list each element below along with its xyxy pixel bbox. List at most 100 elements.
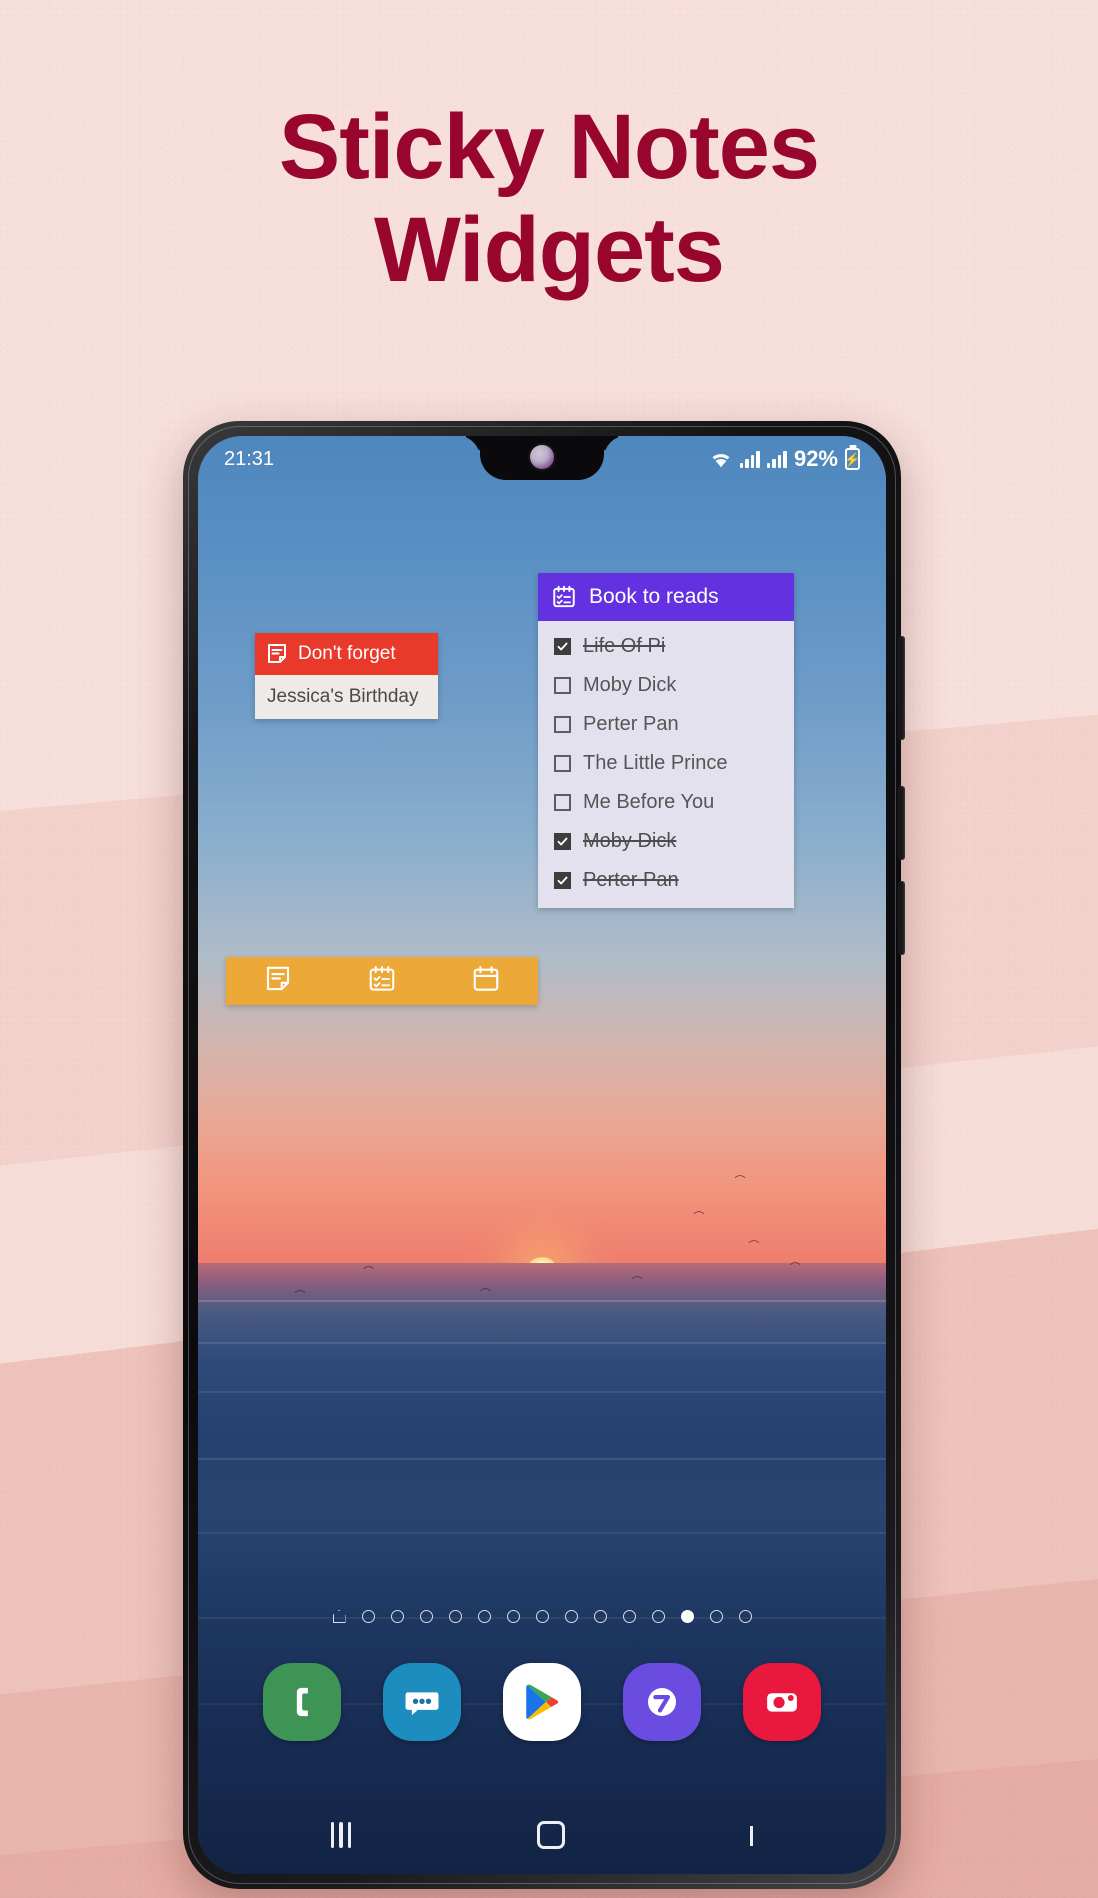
sticky-note-icon	[268, 644, 286, 663]
checkbox-unchecked-icon[interactable]	[554, 677, 571, 694]
calendar-icon	[473, 965, 499, 991]
play-store-icon	[526, 1684, 559, 1720]
volume-up-button[interactable]	[898, 636, 905, 740]
page-indicator	[198, 1610, 886, 1623]
message-icon	[405, 1692, 439, 1716]
wifi-icon	[712, 453, 730, 467]
checklist-icon	[369, 965, 395, 991]
checkbox-checked-icon[interactable]	[554, 833, 571, 850]
power-button[interactable]	[898, 881, 905, 955]
app-dock	[198, 1654, 886, 1750]
page-indicator-dot[interactable]	[477, 1610, 491, 1623]
home-button[interactable]	[536, 1821, 565, 1849]
sticky-note-widget[interactable]: Don't forget Jessica's Birthday	[255, 633, 438, 719]
camera-icon	[767, 1693, 797, 1712]
checklist-item-label: Moby Dick	[583, 830, 677, 852]
wave-line	[198, 1391, 886, 1394]
camera-app[interactable]	[743, 1663, 821, 1741]
page-indicator-dot[interactable]	[361, 1610, 375, 1623]
checklist-item-label: Moby Dick	[583, 674, 677, 696]
checkbox-unchecked-icon[interactable]	[554, 755, 571, 772]
bird-icon: ︵	[363, 1258, 375, 1271]
checklist-icon	[553, 585, 575, 608]
page-title-line-1: Sticky Notes	[278, 96, 820, 198]
status-icons: 92% ⚡	[709, 446, 861, 472]
checklist-widget[interactable]: Book to reads Life Of Pi Moby Dick Perter …	[538, 573, 794, 908]
checklist-item-label: Perter Pan	[583, 713, 679, 735]
checklist-item[interactable]: Perter Pan	[538, 861, 794, 900]
bird-icon: ︵	[294, 1283, 306, 1296]
phone-icon	[296, 1687, 308, 1717]
checkbox-unchecked-icon[interactable]	[554, 716, 571, 733]
checklist-widget-header[interactable]: Book to reads	[538, 573, 794, 621]
page-indicator-dot[interactable]	[419, 1610, 433, 1623]
page-title: Sticky Notes Widgets	[0, 96, 1098, 302]
checklist-item[interactable]: Moby Dick	[538, 822, 794, 861]
page-indicator-dot[interactable]	[622, 1610, 636, 1623]
wave-line	[198, 1299, 886, 1302]
wave-line	[198, 1342, 886, 1345]
note-widget-body[interactable]: Jessica's Birthday	[255, 675, 438, 719]
status-time: 21:31	[224, 447, 275, 470]
page-indicator-dot[interactable]	[448, 1610, 462, 1623]
checkbox-checked-icon[interactable]	[554, 638, 571, 655]
internet-app[interactable]	[623, 1663, 701, 1741]
new-note-button[interactable]	[263, 964, 293, 999]
page-indicator-dot[interactable]	[564, 1610, 578, 1623]
page-indicator-dot[interactable]	[535, 1610, 549, 1623]
page-indicator-dot[interactable]	[390, 1610, 404, 1623]
phone-app[interactable]	[263, 1663, 341, 1741]
battery-percent-label: 92%	[793, 446, 838, 471]
bird-icon: ︵	[631, 1269, 643, 1282]
checklist-item-label: Me Before You	[583, 791, 715, 813]
bird-icon: ︵	[734, 1168, 746, 1181]
phone-screen: ︵ ︵ ︵ ︵ ︵ ︵ ︵ ︵ 21:31 92% ⚡ Don't forget…	[198, 436, 886, 1874]
page-title-line-2: Widgets	[374, 199, 725, 302]
note-widget-header[interactable]: Don't forget	[255, 633, 438, 675]
checklist-item-label: Life Of Pi	[583, 635, 666, 657]
back-chevron-icon	[750, 1826, 754, 1846]
bird-icon: ︵	[789, 1254, 801, 1267]
checklist-item-label: Perter Pan	[583, 869, 679, 891]
checklist-items: Life Of Pi Moby Dick Perter Pan The Little …	[538, 621, 794, 908]
wave-line	[198, 1531, 886, 1534]
battery-charging-icon: ⚡	[844, 448, 861, 470]
recents-button[interactable]	[330, 1822, 352, 1848]
page-indicator-dot[interactable]	[506, 1610, 520, 1623]
new-checklist-button[interactable]	[367, 964, 397, 999]
signal-bars-sim2	[766, 450, 787, 468]
front-camera-icon	[530, 445, 554, 469]
play-store-app[interactable]	[503, 1663, 581, 1741]
ocean-gradient	[198, 1262, 886, 1874]
checklist-item-label: The Little Prince	[583, 752, 728, 774]
messages-app[interactable]	[383, 1663, 461, 1741]
sticky-note-icon	[266, 966, 290, 990]
note-widget-title: Don't forget	[298, 643, 396, 664]
wallpaper-ocean	[198, 1262, 886, 1874]
page-indicator-dot[interactable]	[709, 1610, 723, 1623]
checklist-item[interactable]: Moby Dick	[538, 666, 794, 705]
checkbox-checked-icon[interactable]	[554, 872, 571, 889]
checklist-item[interactable]: Perter Pan	[538, 705, 794, 744]
new-calendar-note-button[interactable]	[471, 964, 501, 999]
checkbox-unchecked-icon[interactable]	[554, 794, 571, 811]
volume-down-button[interactable]	[898, 786, 905, 860]
checklist-item[interactable]: Me Before You	[538, 783, 794, 822]
page-indicator-dot-active[interactable]	[680, 1610, 694, 1623]
bird-icon: ︵	[480, 1280, 492, 1293]
samsung-internet-icon	[648, 1688, 676, 1716]
wave-line	[198, 1458, 886, 1461]
phone-mockup: ︵ ︵ ︵ ︵ ︵ ︵ ︵ ︵ 21:31 92% ⚡ Don't forget…	[183, 421, 905, 1889]
back-button[interactable]	[750, 1826, 754, 1846]
widget-toolbar	[226, 957, 538, 1005]
checklist-item[interactable]: The Little Prince	[538, 744, 794, 783]
page-indicator-dot[interactable]	[593, 1610, 607, 1623]
checklist-widget-title: Book to reads	[589, 585, 719, 608]
bird-icon: ︵	[748, 1233, 760, 1246]
signal-bars-sim1	[739, 450, 760, 468]
page-indicator-dot[interactable]	[738, 1610, 752, 1623]
navigation-bar	[198, 1796, 886, 1874]
checklist-item[interactable]: Life Of Pi	[538, 627, 794, 666]
page-indicator-home-icon[interactable]	[333, 1610, 346, 1623]
page-indicator-dot[interactable]	[651, 1610, 665, 1623]
